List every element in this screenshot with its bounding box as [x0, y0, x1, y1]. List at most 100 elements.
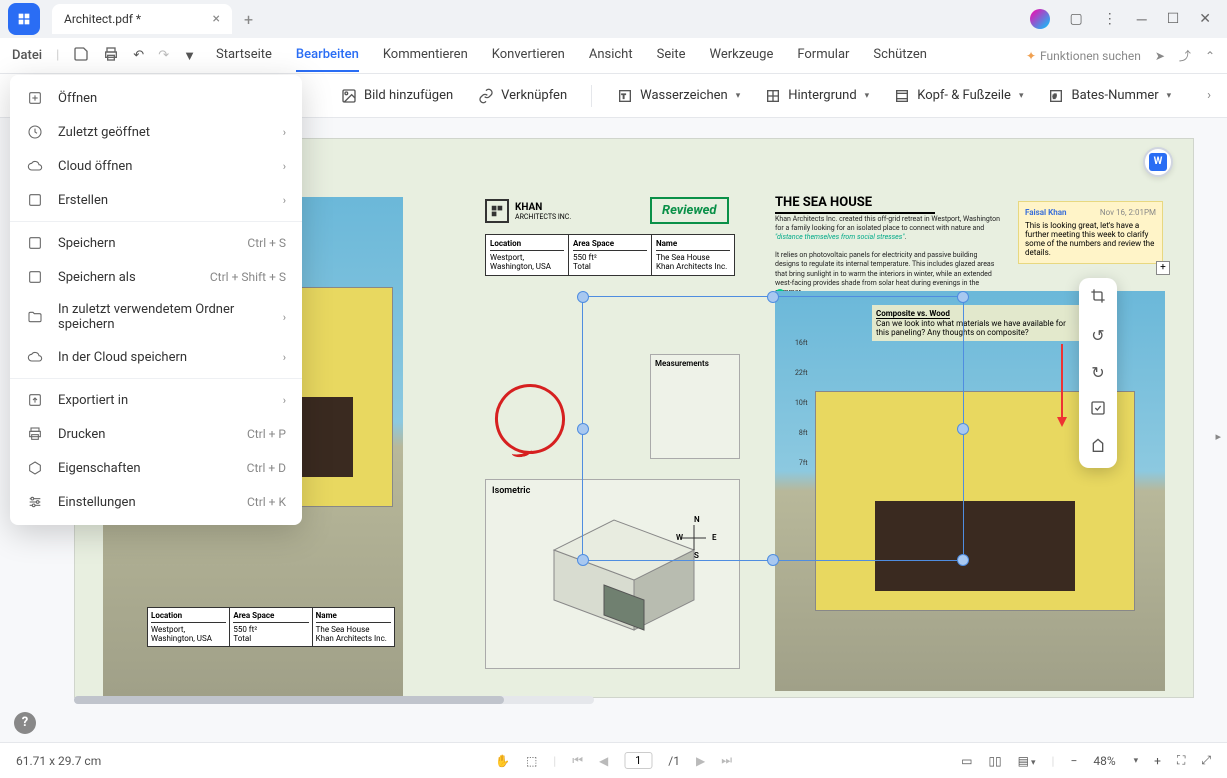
- header-footer-button[interactable]: Kopf- & Fußzeile▾: [893, 87, 1023, 105]
- dropdown-icon[interactable]: ▼: [183, 48, 196, 64]
- link-button[interactable]: Verknüpfen: [477, 87, 567, 105]
- horizontal-scrollbar[interactable]: [74, 696, 594, 704]
- selection-rectangle[interactable]: [582, 296, 964, 561]
- tab-ansicht[interactable]: Ansicht: [589, 39, 633, 72]
- chevron-right-icon[interactable]: ›: [1207, 88, 1211, 103]
- help-button[interactable]: ?: [14, 712, 36, 734]
- select-tool-icon[interactable]: ⬚: [526, 754, 537, 768]
- new-tab-button[interactable]: +: [240, 6, 257, 33]
- chat-icon[interactable]: ▢: [1070, 11, 1083, 27]
- background-icon: [764, 87, 782, 105]
- fit-width-icon[interactable]: ⛶: [1177, 753, 1185, 768]
- print-icon[interactable]: [103, 46, 119, 66]
- file-menu-trigger[interactable]: Datei: [12, 48, 42, 63]
- export-icon: [26, 391, 44, 409]
- tab-konvertieren[interactable]: Konvertieren: [492, 39, 565, 72]
- titlebar: Architect.pdf * × + ▢ ⋮ ─ ☐ ✕: [0, 0, 1227, 38]
- menu-item-label: Speichern als: [58, 270, 196, 285]
- file-menu-erstellen[interactable]: Erstellen›: [10, 183, 302, 217]
- send-icon[interactable]: ➤: [1155, 49, 1165, 63]
- file-menu-zuletzt-ge-ffnet[interactable]: Zuletzt geöffnet›: [10, 115, 302, 149]
- panel-toggle-icon[interactable]: ▸: [1215, 430, 1221, 443]
- save-icon: [26, 234, 44, 252]
- more-icon[interactable]: ⋮: [1103, 11, 1117, 27]
- fullscreen-icon[interactable]: ⤢: [1201, 753, 1211, 768]
- watermark-button[interactable]: T Wasserzeichen▾: [616, 87, 740, 105]
- save-icon[interactable]: [73, 46, 89, 66]
- undo-icon[interactable]: ↶: [133, 48, 144, 63]
- word-export-badge[interactable]: W: [1143, 147, 1173, 177]
- tab-werkzeuge[interactable]: Werkzeuge: [710, 39, 774, 72]
- app-logo: [8, 3, 40, 35]
- file-menu-speichern[interactable]: SpeichernCtrl + S: [10, 226, 302, 260]
- cloud-icon: [26, 157, 44, 175]
- bates-button[interactable]: # Bates-Nummer▾: [1047, 87, 1171, 105]
- file-menu-drucken[interactable]: DruckenCtrl + P: [10, 417, 302, 451]
- close-tab-icon[interactable]: ×: [213, 11, 220, 27]
- selection-handle-e[interactable]: [957, 423, 969, 435]
- file-menu-eigenschaften[interactable]: EigenschaftenCtrl + D: [10, 451, 302, 485]
- page-dimensions: 61.71 x 29.7 cm: [16, 754, 101, 768]
- minimize-button[interactable]: ─: [1137, 11, 1147, 28]
- tab-schuetzen[interactable]: Schützen: [873, 39, 927, 72]
- sparkle-icon: ✦: [1026, 49, 1036, 63]
- selection-handle-w[interactable]: [577, 423, 589, 435]
- first-page-icon[interactable]: ⏮: [572, 753, 583, 768]
- tab-bearbeiten[interactable]: Bearbeiten: [296, 39, 359, 72]
- tab-startseite[interactable]: Startseite: [216, 39, 272, 72]
- add-note-button[interactable]: +: [1156, 261, 1170, 275]
- selection-handle-sw[interactable]: [577, 554, 589, 566]
- document-tab[interactable]: Architect.pdf * ×: [52, 4, 232, 34]
- file-menu-cloud-ffnen[interactable]: Cloud öffnen›: [10, 149, 302, 183]
- extract-icon[interactable]: [1090, 438, 1106, 458]
- menu-item-label: Exportiert in: [58, 393, 269, 408]
- background-button[interactable]: Hintergrund▾: [764, 87, 869, 105]
- replace-image-icon[interactable]: [1090, 400, 1106, 420]
- rotate-left-icon[interactable]: ↺: [1091, 326, 1104, 345]
- selection-handle-ne[interactable]: [957, 291, 969, 303]
- view-mode-icon[interactable]: ▤▾: [1018, 754, 1036, 768]
- maximize-button[interactable]: ☐: [1167, 11, 1180, 27]
- file-menu-in-der-cloud-speichern[interactable]: In der Cloud speichern›: [10, 340, 302, 374]
- chevron-up-icon[interactable]: ⌃: [1205, 49, 1215, 63]
- file-menu-exportiert-in[interactable]: Exportiert in›: [10, 383, 302, 417]
- zoom-out-icon[interactable]: −: [1070, 754, 1077, 768]
- file-menu-in-zuletzt-verwendetem-ordner-speichern[interactable]: In zuletzt verwendetem Ordner speichern›: [10, 294, 302, 340]
- selection-handle-n[interactable]: [767, 291, 779, 303]
- selection-handle-s[interactable]: [767, 554, 779, 566]
- svg-text:T: T: [622, 92, 626, 100]
- function-search[interactable]: ✦ Funktionen suchen: [1026, 49, 1141, 63]
- selection-handle-se[interactable]: [957, 554, 969, 566]
- file-menu-einstellungen[interactable]: EinstellungenCtrl + K: [10, 485, 302, 519]
- continuous-icon[interactable]: ▯▯: [988, 754, 1001, 768]
- last-page-icon[interactable]: ⏭: [721, 753, 732, 768]
- menu-separator: [10, 378, 302, 379]
- file-menu--ffnen[interactable]: Öffnen: [10, 81, 302, 115]
- shortcut-label: Ctrl + D: [247, 461, 286, 475]
- zoom-in-icon[interactable]: +: [1154, 754, 1161, 768]
- crop-icon[interactable]: [1090, 288, 1106, 308]
- comment-note[interactable]: Faisal Khan Nov 16, 2:01PM This is looki…: [1018, 201, 1163, 264]
- hand-tool-icon[interactable]: ✋: [495, 754, 510, 768]
- share-icon[interactable]: ⤴: [1179, 47, 1191, 64]
- separator: |: [1052, 754, 1055, 768]
- tab-kommentieren[interactable]: Kommentieren: [383, 39, 468, 72]
- close-window-button[interactable]: ✕: [1199, 11, 1211, 27]
- user-avatar[interactable]: [1030, 9, 1050, 29]
- single-page-icon[interactable]: ▭: [961, 754, 972, 768]
- prev-page-icon[interactable]: ◀: [599, 754, 608, 768]
- next-page-icon[interactable]: ▶: [696, 754, 705, 768]
- redo-icon[interactable]: ↷: [158, 48, 169, 63]
- page-input[interactable]: [624, 752, 652, 769]
- khan-logo: [485, 199, 509, 223]
- selection-handle-nw[interactable]: [577, 291, 589, 303]
- shortcut-label: Ctrl + S: [247, 236, 286, 250]
- tab-formular[interactable]: Formular: [797, 39, 849, 72]
- info-table-left: LocationWestport, Washington, USA Area S…: [147, 607, 395, 647]
- tab-seite[interactable]: Seite: [657, 39, 686, 72]
- file-menu-speichern-als[interactable]: Speichern alsCtrl + Shift + S: [10, 260, 302, 294]
- saveas-icon: [26, 268, 44, 286]
- reviewed-stamp: Reviewed: [650, 197, 729, 224]
- rotate-right-icon[interactable]: ↻: [1091, 363, 1104, 382]
- add-image-button[interactable]: Bild hinzufügen: [340, 87, 453, 105]
